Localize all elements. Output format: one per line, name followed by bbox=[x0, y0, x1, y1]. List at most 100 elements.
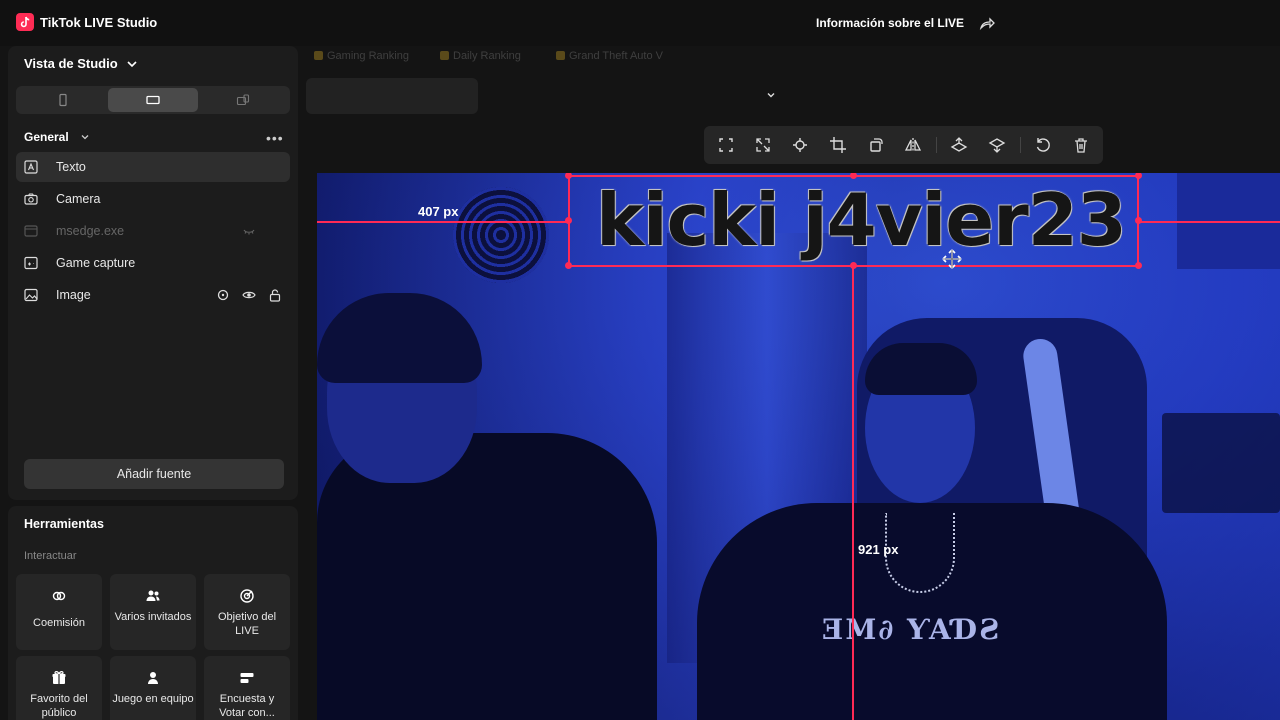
settings-icon[interactable] bbox=[216, 288, 230, 302]
scene-tab-daily-ranking[interactable]: Daily Ranking bbox=[440, 50, 521, 62]
hoodie-print: ƎM∂ ƳAƊƧ bbox=[822, 613, 1002, 646]
crop-icon bbox=[830, 137, 846, 153]
source-item-texto[interactable]: Texto bbox=[16, 152, 290, 182]
fit-screen-button[interactable] bbox=[717, 136, 735, 154]
tool-coemision[interactable]: Coemisión bbox=[16, 574, 102, 650]
source-label: msedge.exe bbox=[56, 224, 125, 238]
landscape-icon bbox=[146, 95, 160, 105]
delete-button[interactable] bbox=[1072, 136, 1090, 154]
portrait-view-button[interactable] bbox=[18, 88, 108, 112]
source-label: Game capture bbox=[56, 256, 136, 270]
flip-horizontal-icon bbox=[904, 138, 922, 152]
add-source-button[interactable]: Añadir fuente bbox=[24, 459, 284, 489]
transform-toolbar bbox=[704, 126, 1103, 164]
text-overlay[interactable]: kicki j4vier23 bbox=[581, 175, 1141, 265]
studio-view-dropdown[interactable]: Vista de Studio bbox=[24, 56, 118, 71]
rotate-button[interactable] bbox=[867, 136, 885, 154]
person-right-hair bbox=[865, 343, 977, 395]
source-item-msedge[interactable]: msedge.exe bbox=[16, 216, 290, 246]
tool-varios-invitados[interactable]: Varios invitados bbox=[110, 574, 196, 650]
flip-horizontal-button[interactable] bbox=[904, 136, 922, 154]
guide-line-vertical bbox=[852, 267, 854, 720]
tools-title: Herramientas bbox=[24, 517, 104, 531]
link-icon bbox=[52, 591, 66, 601]
distance-label-horizontal: 407 px bbox=[418, 204, 459, 219]
title-bar: TikTok LIVE Studio Información sobre el … bbox=[0, 0, 1280, 46]
tool-label: Juego en equipo bbox=[112, 693, 194, 705]
general-section-toggle[interactable]: General bbox=[24, 130, 69, 144]
tool-encuesta-votar[interactable]: Encuesta y Votar con... bbox=[204, 656, 290, 720]
dual-screen-icon bbox=[236, 94, 250, 106]
scene-tab-label: Grand Theft Auto V bbox=[569, 50, 663, 62]
chevron-down-icon[interactable] bbox=[80, 132, 90, 142]
layer-up-icon bbox=[950, 137, 968, 152]
eye-hidden-icon[interactable] bbox=[242, 224, 256, 238]
sources-panel: Vista de Studio General ••• Texto Camera… bbox=[8, 46, 298, 500]
source-item-camera[interactable]: Camera bbox=[16, 184, 290, 214]
layer-down-icon bbox=[988, 138, 1006, 153]
tool-objetivo-live[interactable]: Objetivo del LIVE bbox=[204, 574, 290, 650]
fit-screen-icon bbox=[719, 138, 733, 152]
app-title: TikTok LIVE Studio bbox=[40, 15, 158, 30]
dartboard bbox=[453, 187, 549, 283]
chevron-down-icon bbox=[767, 93, 775, 98]
bring-forward-button[interactable] bbox=[950, 136, 968, 154]
toolbar-divider bbox=[1020, 137, 1021, 153]
guide-line-left bbox=[317, 221, 568, 223]
center-button[interactable] bbox=[791, 136, 809, 154]
tool-favorito-publico[interactable]: Favorito del público bbox=[16, 656, 102, 720]
guests-icon bbox=[146, 590, 160, 601]
share-icon[interactable] bbox=[978, 14, 996, 32]
crosshair-icon bbox=[793, 138, 807, 152]
crop-button[interactable] bbox=[829, 136, 847, 154]
tool-label: Objetivo del LIVE bbox=[217, 611, 277, 637]
scene-select[interactable] bbox=[306, 78, 775, 114]
unlock-icon[interactable] bbox=[268, 288, 282, 302]
gamepad-icon bbox=[24, 256, 38, 270]
scene-dot-icon bbox=[440, 51, 449, 60]
tools-panel: Herramientas Interactuar Coemisión Vario… bbox=[8, 506, 298, 720]
live-info-link[interactable]: Información sobre el LIVE bbox=[816, 16, 964, 30]
source-item-image[interactable]: Image bbox=[16, 280, 290, 310]
window-icon bbox=[24, 225, 38, 237]
image-icon bbox=[24, 288, 38, 302]
move-cursor-icon bbox=[942, 249, 962, 269]
gift-icon bbox=[52, 671, 66, 684]
dual-view-button[interactable] bbox=[198, 88, 288, 112]
orientation-switch bbox=[16, 86, 290, 114]
guide-line-right bbox=[1139, 221, 1280, 223]
expand-icon bbox=[756, 138, 770, 152]
scene-tab-gaming-ranking[interactable]: Gaming Ranking bbox=[314, 50, 409, 62]
toolbar-divider bbox=[936, 137, 937, 153]
target-icon bbox=[240, 589, 254, 603]
rotate-icon bbox=[870, 138, 883, 152]
scene-tab-label: Gaming Ranking bbox=[327, 50, 409, 62]
stretch-button[interactable] bbox=[754, 136, 772, 154]
shelf-lower bbox=[1162, 413, 1280, 513]
undo-icon bbox=[1036, 138, 1050, 152]
distance-label-vertical: 921 px bbox=[858, 542, 899, 557]
stream-preview[interactable]: ƎM∂ ƳAƊƧ 407 px 921 px kicki j4vier23 bbox=[317, 173, 1280, 720]
landscape-view-button[interactable] bbox=[108, 88, 198, 112]
more-options-icon[interactable]: ••• bbox=[266, 130, 284, 146]
tool-juego-equipo[interactable]: Juego en equipo bbox=[110, 656, 196, 720]
scene-tab-label: Daily Ranking bbox=[453, 50, 521, 62]
text-icon bbox=[24, 160, 38, 174]
scene-tab-gta-v[interactable]: Grand Theft Auto V bbox=[556, 50, 663, 62]
tiktok-logo-icon bbox=[16, 13, 34, 31]
source-label: Image bbox=[56, 288, 91, 302]
resize-handle[interactable] bbox=[565, 262, 572, 269]
send-backward-button[interactable] bbox=[988, 136, 1006, 154]
team-icon bbox=[148, 672, 158, 684]
resize-handle[interactable] bbox=[565, 217, 572, 224]
tool-label: Encuesta y Votar con... bbox=[219, 693, 275, 719]
scene-dot-icon bbox=[314, 51, 323, 60]
camera-icon bbox=[24, 193, 38, 205]
undo-button[interactable] bbox=[1034, 136, 1052, 154]
tool-label: Favorito del público bbox=[30, 693, 88, 719]
source-item-game-capture[interactable]: Game capture bbox=[16, 248, 290, 278]
tool-label: Coemisión bbox=[33, 617, 85, 629]
eye-icon[interactable] bbox=[242, 288, 256, 302]
poll-icon bbox=[240, 673, 254, 683]
chevron-down-icon[interactable] bbox=[126, 58, 138, 70]
